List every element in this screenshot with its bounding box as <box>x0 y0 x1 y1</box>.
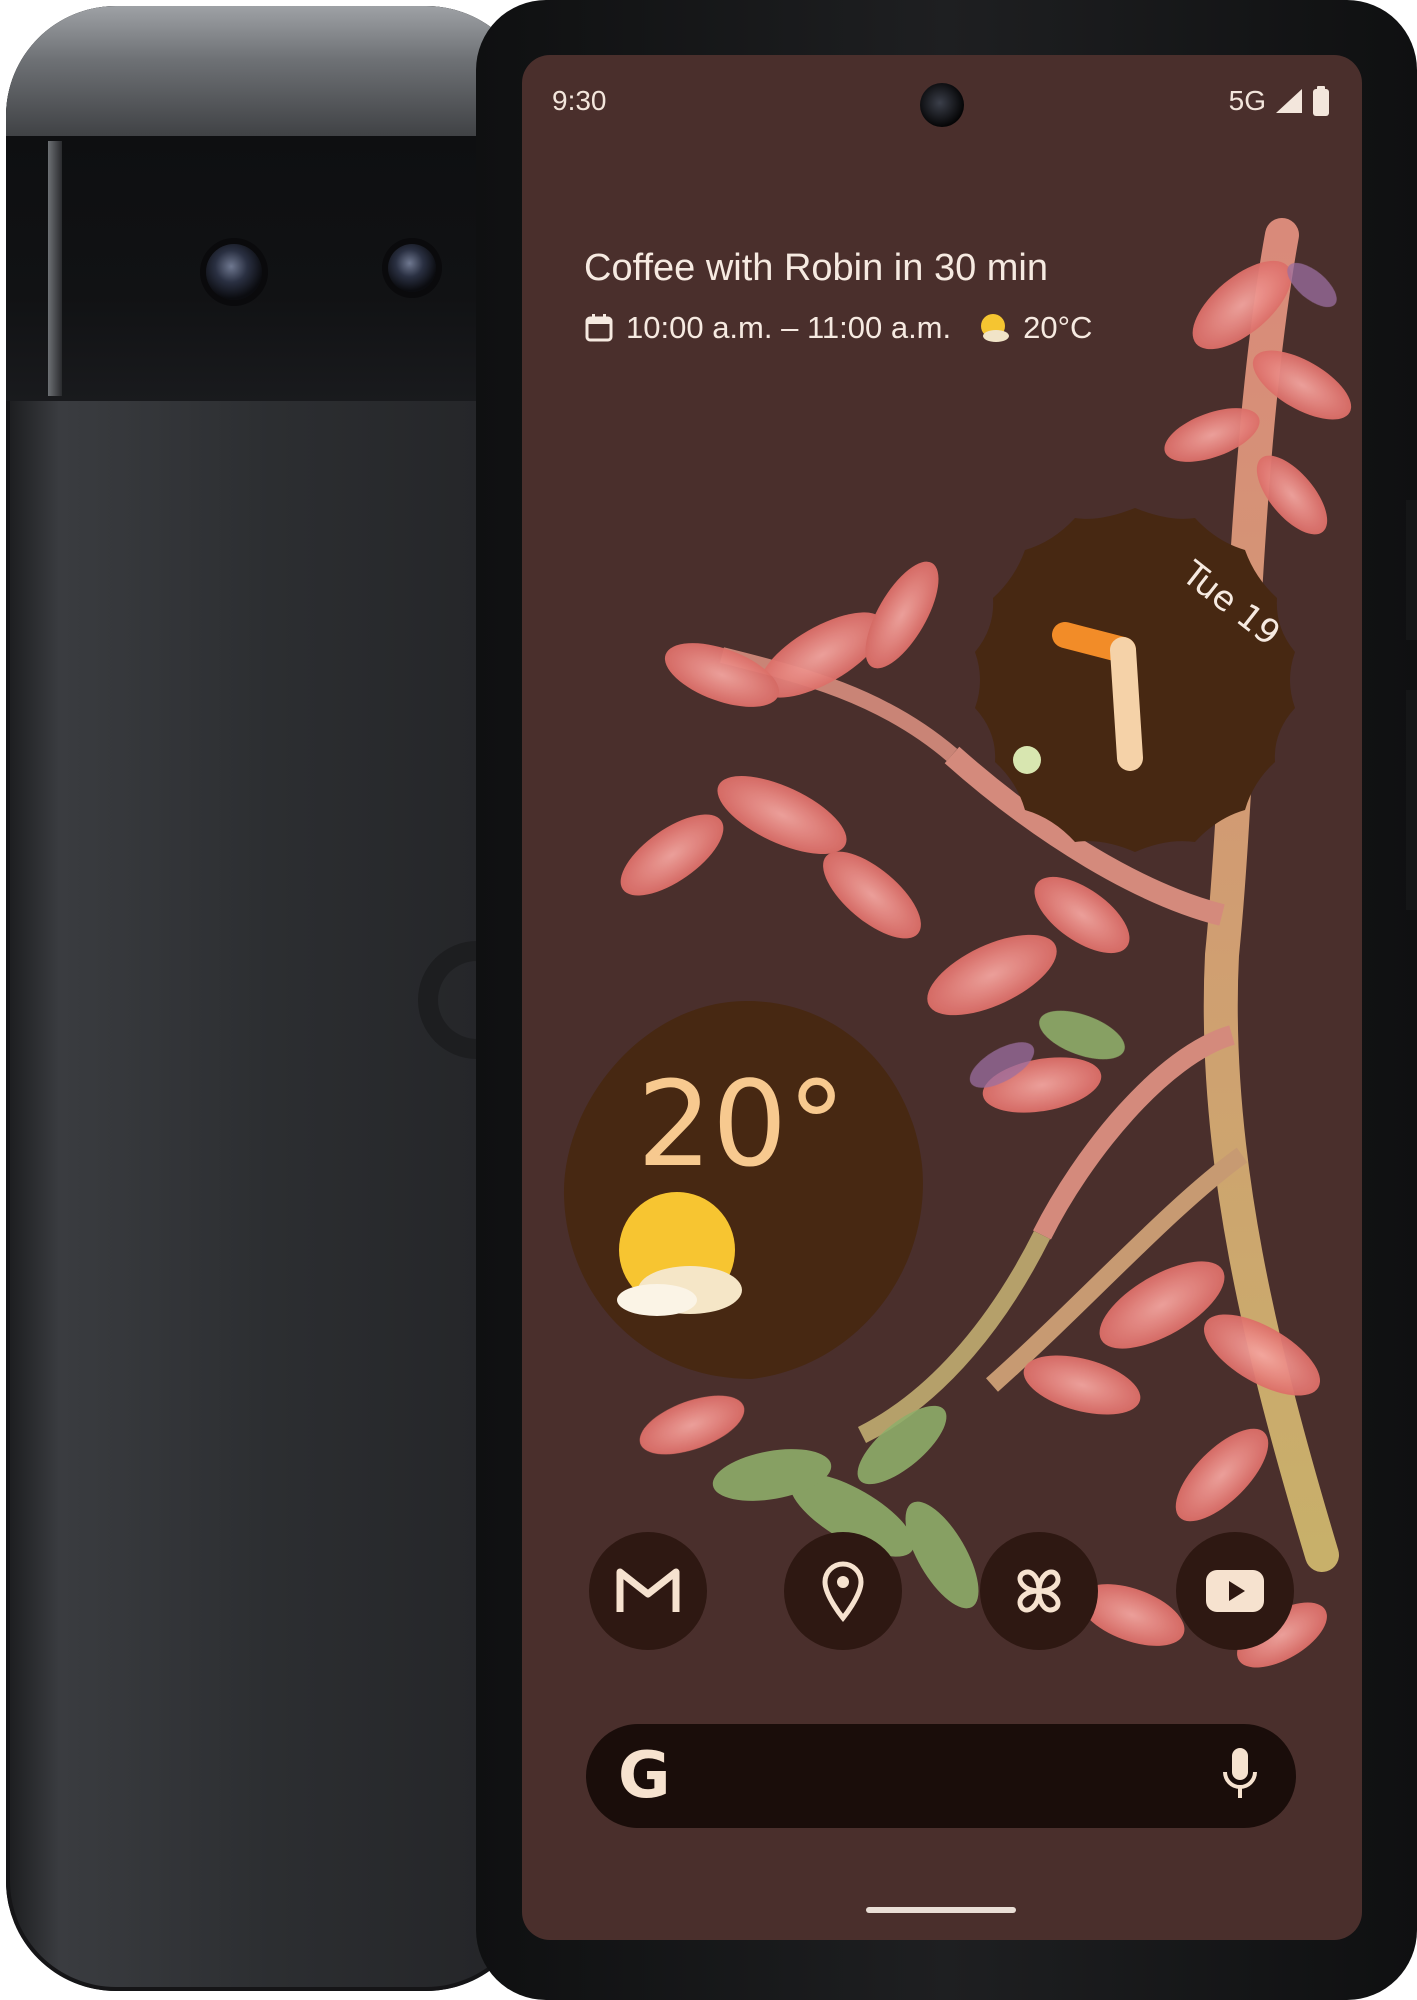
network-label: 5G <box>1228 85 1266 116</box>
power-button <box>1406 500 1417 640</box>
camera-bar <box>6 136 536 401</box>
signal-icon <box>1276 89 1302 113</box>
product-scene: 9:30 5G Coffee with Robin in 30 min 10:0… <box>0 0 1417 2000</box>
phone-back-top-glass <box>6 6 536 141</box>
youtube-icon <box>1206 1570 1264 1612</box>
google-search-bar[interactable]: G <box>586 1724 1296 1828</box>
camera-bar-edge <box>48 141 62 396</box>
maps-pin-icon <box>822 1561 864 1622</box>
dock-app-photos[interactable] <box>980 1532 1098 1650</box>
gesture-nav-handle[interactable] <box>866 1907 1016 1913</box>
volume-button <box>1406 690 1417 910</box>
gmail-icon <box>616 1568 680 1612</box>
weather-temperature: 20° <box>637 1055 847 1193</box>
calendar-icon <box>585 314 613 342</box>
camera-lens-main <box>206 244 262 300</box>
status-time: 9:30 <box>552 85 607 116</box>
battery-icon <box>1313 86 1329 116</box>
home-screen: 9:30 5G Coffee with Robin in 30 min 10:0… <box>522 55 1362 1940</box>
dock-app-gmail[interactable] <box>589 1532 707 1650</box>
clock-minute-hand <box>1110 637 1143 771</box>
clock-seconds-dot <box>1013 746 1041 774</box>
dock-app-youtube[interactable] <box>1176 1532 1294 1650</box>
glance-temperature: 20°C <box>1023 310 1093 345</box>
partly-cloudy-icon <box>617 1192 742 1316</box>
phone-back <box>6 6 536 1991</box>
clock-widget[interactable]: Tue 19 <box>955 500 1315 860</box>
status-icons: 5G <box>1229 85 1330 117</box>
dock-app-maps[interactable] <box>784 1532 902 1650</box>
glance-event[interactable]: Coffee with Robin in 30 min <box>584 247 1048 290</box>
weather-widget[interactable]: 20° <box>552 995 942 1385</box>
microphone-icon[interactable] <box>1220 1746 1260 1806</box>
google-g-icon: G <box>618 1739 671 1813</box>
glance-details[interactable]: 10:00 a.m. – 11:00 a.m. 20°C <box>584 310 1092 346</box>
weather-sun-icon <box>981 314 1010 342</box>
front-camera <box>920 83 964 127</box>
glance-time-range: 10:00 a.m. – 11:00 a.m. <box>626 310 952 345</box>
camera-lens-ultrawide <box>388 244 436 292</box>
photos-pinwheel-icon <box>1017 1569 1061 1613</box>
